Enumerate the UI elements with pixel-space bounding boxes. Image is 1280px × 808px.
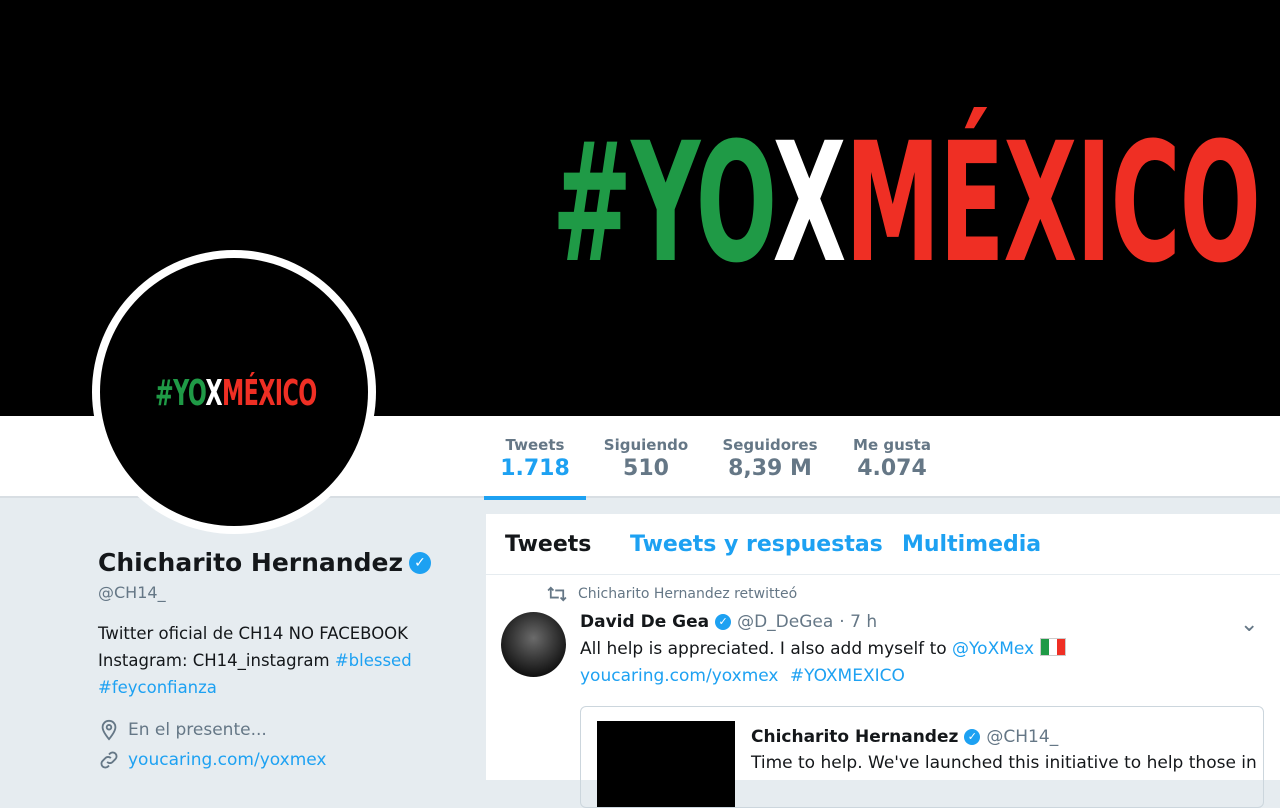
quoted-author-name: Chicharito Hernandez — [751, 727, 959, 747]
profile-bio: Twitter oficial de CH14 NO FACEBOOK Inst… — [98, 620, 458, 701]
quoted-tweet[interactable]: Chicharito Hernandez ✓ @CH14_ Time to he… — [580, 706, 1264, 808]
verified-badge-icon: ✓ — [964, 729, 981, 745]
hashtag-link[interactable]: #feyconfianza — [98, 678, 217, 697]
timeline-tabs: Tweets Tweets y respuestas Multimedia — [486, 514, 1280, 575]
quoted-tweet-image — [597, 721, 735, 807]
stat-followers[interactable]: Seguidores 8,39 M — [716, 418, 824, 496]
profile-handle: @CH14_ — [98, 583, 166, 602]
stat-value: 1.718 — [500, 456, 570, 481]
tweet-text-body: All help is appreciated. I also add myse… — [580, 639, 953, 659]
tweet-time[interactable]: · 7 h — [839, 612, 877, 632]
tab-media[interactable]: Multimedia — [902, 532, 1041, 557]
stat-label: Siguiendo — [603, 436, 689, 454]
tweet-header: David De Gea ✓ @D_DeGea · 7 h — [580, 612, 877, 632]
avatar[interactable]: #YOXMÉXICO — [100, 258, 368, 526]
profile-name[interactable]: Chicharito Hernandez — [98, 548, 403, 577]
profile-location: En el presente... — [98, 719, 458, 741]
profile-card: Chicharito Hernandez ✓ @CH14_ Twitter of… — [98, 548, 458, 771]
tweet-author-avatar[interactable] — [501, 612, 566, 677]
verified-badge-icon: ✓ — [715, 614, 732, 630]
stat-value: 8,39 M — [728, 456, 812, 481]
stat-following[interactable]: Siguiendo 510 — [596, 418, 696, 496]
stat-tweets[interactable]: Tweets 1.718 — [484, 418, 586, 500]
bio-line: #feyconfianza — [98, 674, 458, 701]
location-text: En el presente... — [128, 720, 267, 740]
timeline: Tweets Tweets y respuestas Multimedia Ch… — [486, 514, 1280, 808]
mention-link[interactable]: @YoXMex — [952, 639, 1034, 659]
profile-url: youcaring.com/yoxmex — [98, 749, 458, 771]
chevron-down-icon[interactable]: ⌄ — [1240, 612, 1258, 637]
verified-badge-icon: ✓ — [409, 551, 432, 574]
bio-line: Instagram: CH14_instagram #blessed — [98, 647, 458, 674]
tab-tweets-replies[interactable]: Tweets y respuestas — [630, 532, 883, 557]
link-icon — [100, 751, 118, 769]
stat-likes[interactable]: Me gusta 4.074 — [846, 418, 938, 496]
location-pin-icon — [101, 719, 117, 741]
stat-label: Me gusta — [853, 436, 931, 454]
stat-label: Seguidores — [722, 436, 818, 454]
tweet-author-name[interactable]: David De Gea — [580, 612, 709, 632]
stat-value: 4.074 — [857, 456, 927, 481]
retweet-label: Chicharito Hernandez retwitteó — [578, 586, 798, 602]
avatar-hashtag: #YOXMÉXICO — [155, 373, 317, 414]
retweet-indicator: Chicharito Hernandez retwitteó — [546, 586, 797, 602]
retweet-icon — [547, 586, 567, 602]
mexico-flag-icon — [1040, 638, 1067, 656]
stat-label: Tweets — [505, 436, 565, 454]
quoted-author-handle: @CH14_ — [986, 727, 1059, 747]
bio-text: Instagram: CH14_instagram — [98, 651, 335, 670]
profile-url-link[interactable]: youcaring.com/yoxmex — [128, 750, 327, 770]
quoted-tweet-text: Time to help. We've launched this initia… — [751, 753, 1257, 773]
hashtag-link[interactable]: #YOXMEXICO — [790, 666, 905, 686]
tweet-text: All help is appreciated. I also add myse… — [580, 638, 1067, 659]
tweet-author-handle[interactable]: @D_DeGea — [737, 612, 833, 632]
banner-hashtag: #YOXMÉXICO — [552, 107, 1261, 299]
hashtag-link[interactable]: #blessed — [335, 651, 412, 670]
tab-tweets[interactable]: Tweets — [505, 532, 591, 557]
tweet-links: youcaring.com/yoxmex #YOXMEXICO — [580, 666, 905, 686]
quoted-tweet-header: Chicharito Hernandez ✓ @CH14_ — [751, 727, 1058, 747]
stat-value: 510 — [623, 456, 669, 481]
url-link[interactable]: youcaring.com/yoxmex — [580, 666, 779, 686]
profile-name-row: Chicharito Hernandez ✓ — [98, 548, 458, 577]
bio-line: Twitter oficial de CH14 NO FACEBOOK — [98, 624, 408, 643]
